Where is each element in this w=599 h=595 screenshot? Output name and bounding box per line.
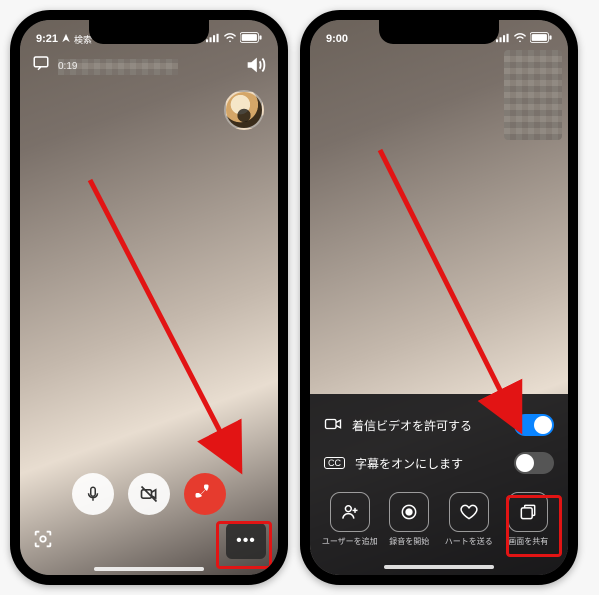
- wifi-icon: [223, 33, 237, 46]
- notch: [89, 20, 209, 44]
- share-screen-icon: [508, 492, 548, 532]
- phone-right: 9:00 着信ビデオを許可す: [300, 10, 578, 585]
- toggle-label: 着信ビデオを許可する: [352, 417, 472, 434]
- wifi-icon: [513, 33, 527, 46]
- battery-icon: [240, 32, 262, 46]
- call-duration: 0:19: [58, 61, 77, 72]
- status-time: 9:21: [36, 33, 58, 45]
- more-button[interactable]: •••: [226, 523, 266, 559]
- screen-right: 9:00 着信ビデオを許可す: [310, 20, 568, 575]
- call-controls: [72, 473, 226, 515]
- action-label: ユーザーを追加: [322, 536, 378, 547]
- status-time: 9:00: [326, 33, 348, 45]
- avatar[interactable]: [224, 90, 264, 130]
- action-add-user[interactable]: ユーザーを追加: [325, 492, 375, 547]
- toggle-incoming-video-row: 着信ビデオを許可する: [320, 406, 558, 444]
- action-share-screen[interactable]: 画面を共有: [503, 492, 553, 547]
- toggle-label: 字幕をオンにします: [355, 455, 463, 472]
- record-icon: [389, 492, 429, 532]
- action-send-heart[interactable]: ハートを送る: [444, 492, 494, 547]
- action-start-record[interactable]: 録音を開始: [384, 492, 434, 547]
- toggle-subtitles-row: CC 字幕をオンにします: [320, 444, 558, 482]
- location-icon: [61, 33, 71, 46]
- capture-icon[interactable]: [32, 528, 54, 555]
- action-label: 録音を開始: [389, 536, 429, 547]
- cc-icon: CC: [324, 457, 345, 469]
- screen-left: 9:21 検索: [20, 20, 278, 575]
- end-call-button[interactable]: [184, 473, 226, 515]
- chat-icon[interactable]: [32, 54, 50, 77]
- self-view-pip[interactable]: [504, 50, 562, 140]
- phone-left: 9:21 検索: [10, 10, 288, 585]
- heart-icon: [449, 492, 489, 532]
- home-indicator[interactable]: [384, 565, 494, 569]
- speaker-icon[interactable]: [244, 54, 266, 81]
- notch: [379, 20, 499, 44]
- toggle-incoming-video[interactable]: [514, 414, 554, 436]
- add-user-icon: [330, 492, 370, 532]
- action-row: ユーザーを追加 録音を開始 ハートを送る: [320, 482, 558, 565]
- call-top-bar: 0:19: [20, 54, 278, 81]
- mute-button[interactable]: [72, 473, 114, 515]
- toggle-subtitles[interactable]: [514, 452, 554, 474]
- video-icon: [324, 417, 342, 434]
- action-label: 画面を共有: [508, 536, 548, 547]
- bottom-bar: •••: [20, 519, 278, 569]
- battery-icon: [530, 32, 552, 46]
- action-label: ハートを送る: [445, 536, 493, 547]
- more-options-panel: 着信ビデオを許可する CC 字幕をオンにします ユーザーを追加: [310, 394, 568, 575]
- home-indicator[interactable]: [94, 567, 204, 571]
- video-off-button[interactable]: [128, 473, 170, 515]
